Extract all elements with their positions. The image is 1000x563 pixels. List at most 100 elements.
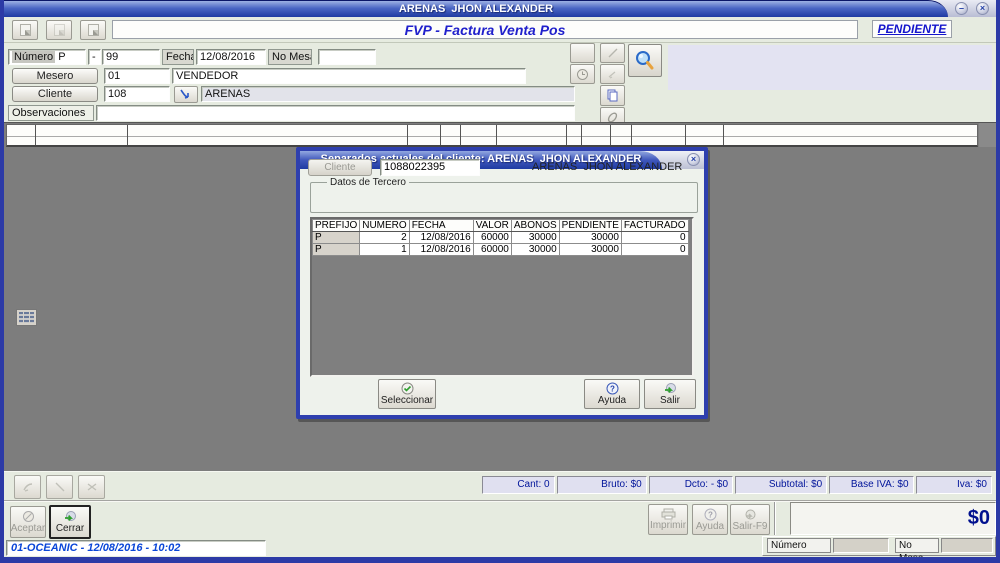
separados-grid-panel: PREFIJONUMEROFECHAVALORABONOSPENDIENTEFA… [310, 217, 694, 377]
observaciones-label: Observaciones [8, 105, 94, 121]
column-header[interactable]: PENDIENTE [559, 220, 621, 232]
numero-mesa-panel: Número No Mesa [762, 536, 996, 556]
timer-button[interactable] [570, 64, 595, 84]
save-document-icon [88, 24, 99, 36]
total-cell: Bruto: $0 [557, 476, 647, 494]
table-cell: 12/08/2016 [409, 244, 473, 256]
grid-column-divider [460, 125, 461, 145]
totals-tool-button-3[interactable] [78, 475, 105, 499]
total-cell: Iva: $0 [916, 476, 992, 494]
dialog-close-button[interactable]: × [687, 153, 700, 166]
status-line: 01-OCEANIC - 12/08/2016 - 10:02 [6, 540, 266, 556]
grid-column-divider [496, 125, 497, 145]
aceptar-label: Aceptar [11, 523, 45, 534]
blank-tool-button[interactable] [570, 43, 595, 63]
footer-numero-label: Número [767, 538, 831, 553]
numero-value-field[interactable]: 99 [102, 49, 160, 65]
check-icon [401, 382, 414, 395]
separados-table[interactable]: PREFIJONUMEROFECHAVALORABONOSPENDIENTEFA… [312, 219, 689, 256]
copy-button[interactable] [600, 85, 625, 106]
table-row[interactable]: P212/08/20166000030000300000 [313, 232, 689, 244]
no-mesa-field[interactable] [318, 49, 376, 65]
dialog-salir-button[interactable]: Salir [644, 379, 696, 409]
minimize-button[interactable]: – [955, 2, 968, 15]
save-document-button[interactable] [80, 20, 106, 40]
close-button[interactable]: × [976, 2, 989, 15]
cliente-lookup-button[interactable] [174, 86, 198, 103]
dialog-cliente-button: Cliente [308, 159, 372, 176]
close-icon: × [980, 3, 985, 13]
invoice-form: Número P - 99 Fecha 12/08/2016 No Mesa M… [4, 43, 996, 122]
observaciones-field[interactable] [96, 105, 575, 121]
table-cell: 30000 [559, 232, 621, 244]
salir-f9-label: Salir-F9 [732, 521, 767, 532]
mini-keypad-icon[interactable] [16, 309, 37, 326]
status-badge-panel: PENDIENTE [872, 20, 952, 38]
table-cell: 60000 [473, 244, 511, 256]
table-cell: P [313, 244, 360, 256]
table-cell: 0 [621, 244, 688, 256]
table-cell: P [313, 232, 360, 244]
mesero-code-field[interactable]: 01 [104, 68, 170, 84]
grid-column-divider [723, 125, 724, 145]
cliente-code-field[interactable]: 108 [104, 86, 170, 102]
grid-column-divider [407, 125, 408, 145]
note-tool-button[interactable] [600, 64, 625, 84]
window-title: ARENAS JHON ALEXANDER [4, 0, 948, 17]
numero-field[interactable]: Número P [8, 49, 86, 65]
search-button[interactable] [628, 44, 662, 77]
table-cell: 12/08/2016 [409, 232, 473, 244]
column-header[interactable]: NUMERO [360, 220, 409, 232]
seleccionar-button[interactable]: Seleccionar [378, 379, 436, 409]
totals-bar: Cant: 0Bruto: $0Dcto: - $0Subtotal: $0Ba… [4, 471, 996, 500]
aceptar-button[interactable]: Aceptar [10, 506, 46, 538]
accept-icon [22, 510, 35, 523]
hand-tool-icon [21, 480, 35, 494]
help-icon: ? [704, 508, 717, 521]
column-header[interactable]: FACTURADO [621, 220, 688, 232]
totals-tool-button-1[interactable] [14, 475, 41, 499]
pen-tool-icon [53, 480, 67, 494]
footer-ayuda-label: Ayuda [696, 521, 724, 532]
group-title: Datos de Tercero [327, 177, 409, 188]
cerrar-button[interactable]: Cerrar [49, 505, 91, 539]
mesero-button[interactable]: Mesero [12, 68, 98, 84]
footer-numero-field[interactable] [833, 538, 889, 553]
cliente-button[interactable]: Cliente [12, 86, 98, 102]
footer-no-mesa-field[interactable] [941, 538, 993, 553]
info-panel [668, 45, 992, 90]
imprimir-label: Imprimir [650, 520, 686, 531]
note-icon [607, 68, 619, 80]
footer-ayuda-button[interactable]: ? Ayuda [692, 504, 728, 535]
column-header[interactable]: FECHA [409, 220, 473, 232]
exit-icon [663, 382, 677, 395]
mesero-name-field: VENDEDOR [172, 68, 526, 84]
cliente-id-field[interactable]: 1088022395 [380, 159, 480, 176]
table-cell: 30000 [511, 232, 559, 244]
grid-column-divider [610, 125, 611, 145]
numero-prefix: P [58, 51, 65, 63]
draw-tool-button[interactable] [600, 43, 625, 63]
totals-tool-button-2[interactable] [46, 475, 73, 499]
grid-column-divider [127, 125, 128, 145]
total-cell: Subtotal: $0 [735, 476, 827, 494]
imprimir-button[interactable]: Imprimir [648, 504, 688, 535]
fecha-field[interactable]: 12/08/2016 [196, 49, 266, 65]
app-header: FVP - Factura Venta Pos PENDIENTE [4, 17, 996, 43]
search-icon [633, 49, 657, 73]
column-header[interactable]: PREFIJO [313, 220, 360, 232]
salir-f9-button[interactable]: Salir-F9 [730, 504, 770, 535]
dialog-ayuda-button[interactable]: ? Ayuda [584, 379, 640, 409]
grid-column-divider [581, 125, 582, 145]
total-cell: Cant: 0 [482, 476, 555, 494]
column-header[interactable]: ABONOS [511, 220, 559, 232]
edit-document-button[interactable] [46, 20, 72, 40]
new-document-button[interactable] [12, 20, 38, 40]
dialog-salir-label: Salir [660, 395, 680, 406]
table-row[interactable]: P112/08/20166000030000300000 [313, 244, 689, 256]
workspace: Separados actuales del cliente: ARENAS J… [4, 122, 996, 471]
column-header[interactable]: VALOR [473, 220, 511, 232]
dialog-close-icon: × [691, 154, 696, 164]
footer-no-mesa-label: No Mesa [895, 538, 939, 553]
separados-dialog: Separados actuales del cliente: ARENAS J… [296, 147, 708, 419]
